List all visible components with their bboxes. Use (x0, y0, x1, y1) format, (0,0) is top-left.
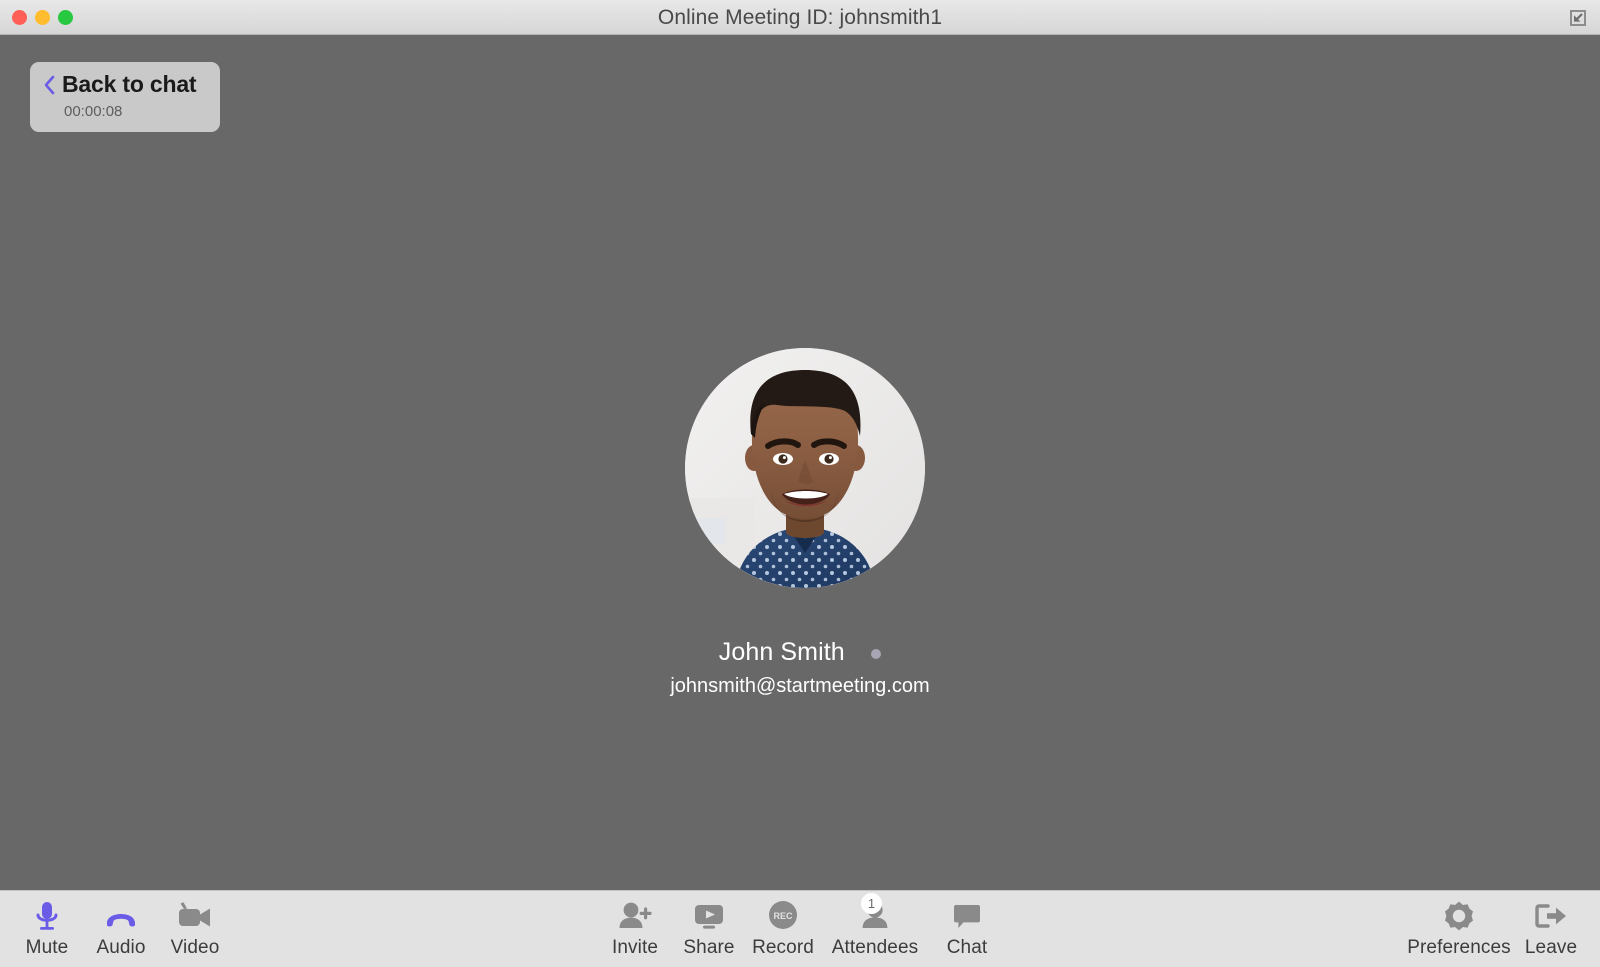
meeting-stage: Back to chat 00:00:08 John Smith johnsmi… (0, 35, 1600, 890)
invite-button[interactable]: Invite (598, 891, 672, 967)
video-camera-icon (175, 899, 215, 933)
record-button[interactable]: REC Record (746, 891, 820, 967)
preferences-label: Preferences (1407, 937, 1511, 958)
attendees-count-badge: 1 (861, 893, 882, 914)
status-badge (871, 648, 882, 659)
person-add-icon (616, 899, 654, 933)
record-label: Record (752, 937, 814, 958)
chat-button[interactable]: Chat (930, 891, 1004, 967)
invite-label: Invite (611, 937, 658, 958)
phone-handset-icon (103, 899, 139, 933)
leave-label: Leave (1524, 937, 1578, 958)
toolbar-left-group: Mute Audio Video (10, 891, 232, 967)
chat-label: Chat (946, 937, 988, 958)
window-title: Online Meeting ID: johnsmith1 (657, 6, 943, 29)
share-label: Share (683, 937, 735, 958)
participant-card: John Smith johnsmith@startmeeting.com (0, 35, 1600, 890)
exit-fullscreen-icon[interactable] (1566, 6, 1590, 30)
participant-name-row: John Smith (0, 638, 1600, 667)
share-button[interactable]: Share (672, 891, 746, 967)
chat-bubble-icon (950, 899, 984, 933)
meeting-toolbar: Mute Audio Video Invite Share REC Record… (0, 890, 1600, 967)
mute-button[interactable]: Mute (10, 891, 84, 967)
audio-button[interactable]: Audio (84, 891, 158, 967)
preferences-button[interactable]: Preferences (1404, 891, 1514, 967)
svg-text:REC: REC (773, 911, 793, 921)
attendees-button[interactable]: 1 Attendees (820, 891, 930, 967)
attendees-label: Attendees (831, 937, 919, 958)
title-bar: Online Meeting ID: johnsmith1 (0, 0, 1600, 35)
mute-label: Mute (25, 937, 69, 958)
video-button[interactable]: Video (158, 891, 232, 967)
gear-icon (1442, 899, 1476, 933)
participant-name: John Smith (718, 638, 845, 666)
screen-share-icon (690, 899, 728, 933)
record-icon: REC (766, 899, 800, 933)
microphone-icon (31, 899, 63, 933)
leave-button[interactable]: Leave (1514, 891, 1588, 967)
audio-label: Audio (96, 937, 146, 958)
video-label: Video (170, 937, 220, 958)
meeting-window: Online Meeting ID: johnsmith1 Back to ch… (0, 0, 1600, 967)
user-photo-avatar (685, 348, 925, 588)
toolbar-right-group: Preferences Leave (1404, 891, 1588, 967)
exit-arrow-icon (1532, 899, 1570, 933)
participant-email: johnsmith@startmeeting.com (670, 675, 930, 697)
avatar (685, 348, 925, 588)
person-icon: 1 (858, 893, 892, 933)
toolbar-center-group: Invite Share REC Record 1 Attendees Chat (598, 891, 1004, 967)
